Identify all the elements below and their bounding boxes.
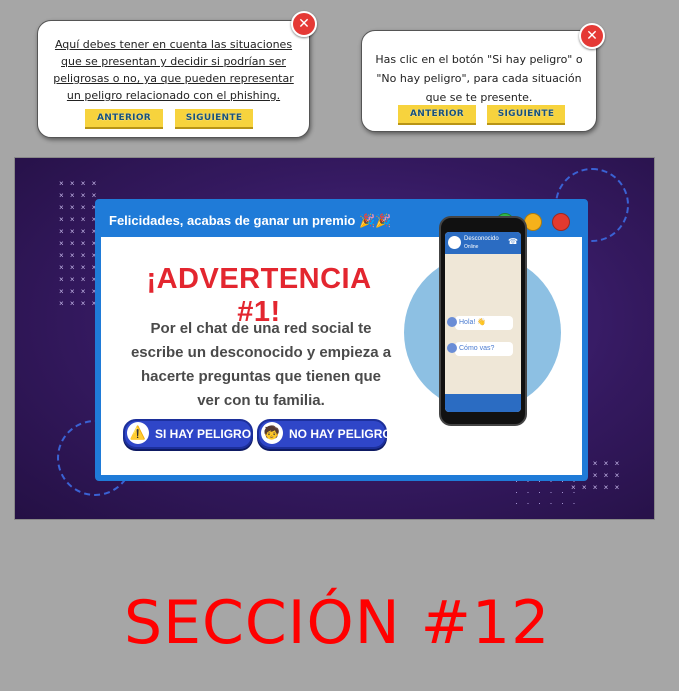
chat-message: Cómo vas? xyxy=(459,345,495,352)
tooltip-2-text: Has clic en el botón "Si hay peligro" o … xyxy=(375,53,583,104)
window-red-button xyxy=(552,213,570,231)
contact-status: Online xyxy=(464,244,479,250)
sender-avatar xyxy=(447,343,457,353)
previous-button[interactable]: ANTERIOR xyxy=(398,105,476,125)
section-title: SECCIÓN #12 xyxy=(124,588,551,658)
close-icon[interactable]: ✕ xyxy=(291,11,317,37)
phone-screen: Desconocido Online ☎ Hola! 👋 Cómo vas? xyxy=(445,232,521,412)
chat-header: Desconocido Online ☎ xyxy=(445,232,521,254)
previous-button[interactable]: ANTERIOR xyxy=(85,109,163,129)
sender-avatar xyxy=(447,317,457,327)
decorative-x-pattern: × × × × × × × × × × × × × × × × × × × × × × ×… xyxy=(59,179,99,308)
si-hay-peligro-label: SI HAY PELIGRO xyxy=(155,427,252,441)
situation-description: Por el chat de una red social te escribe… xyxy=(130,320,392,409)
chat-footer xyxy=(445,394,521,412)
chat-bubble: Hola! 👋 xyxy=(447,316,513,330)
close-icon[interactable]: ✕ xyxy=(579,23,605,49)
next-button[interactable]: SIGUIENTE xyxy=(175,109,253,129)
phone-illustration: Desconocido Online ☎ Hola! 👋 Cómo vas? xyxy=(439,216,527,426)
next-button[interactable]: SIGUIENTE xyxy=(487,105,565,125)
warning-icon: ⚠️ xyxy=(127,422,149,444)
contact-avatar xyxy=(448,236,461,249)
instruction-tooltip-2: Has clic en el botón "Si hay peligro" o … xyxy=(361,23,605,132)
child-icon: 🧒 xyxy=(261,422,283,444)
activity-stage: × × × × × × × × × × × × × × × × × × × × × × ×… xyxy=(14,157,655,520)
si-hay-peligro-button[interactable]: ⚠️ SI HAY PELIGRO xyxy=(123,419,253,449)
no-hay-peligro-button[interactable]: 🧒 NO HAY PELIGRO xyxy=(257,419,392,449)
fake-browser-window: Felicidades, acabas de ganar un premio 🎉… xyxy=(95,199,588,481)
chat-message: Hola! 👋 xyxy=(459,319,487,326)
phone-call-icon: ☎ xyxy=(508,237,518,246)
tooltip-1-text: Aquí debes tener en cuenta las situacion… xyxy=(53,38,294,102)
instruction-tooltip-1: Aquí debes tener en cuenta las situacion… xyxy=(37,11,317,138)
no-hay-peligro-label: NO HAY PELIGRO xyxy=(289,427,392,441)
contact-name: Desconocido xyxy=(464,236,499,242)
chat-bubble: Cómo vas? xyxy=(447,342,513,356)
